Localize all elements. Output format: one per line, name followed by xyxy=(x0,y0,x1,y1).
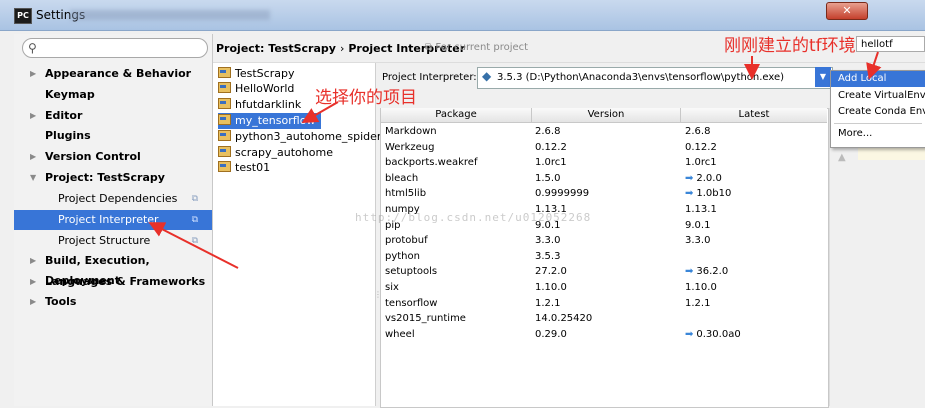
annotation-arrows xyxy=(148,51,882,269)
arrow-to-interpreter-nav xyxy=(148,222,239,269)
arrow-to-project xyxy=(301,101,339,123)
arrow-to-add-local xyxy=(866,51,882,80)
